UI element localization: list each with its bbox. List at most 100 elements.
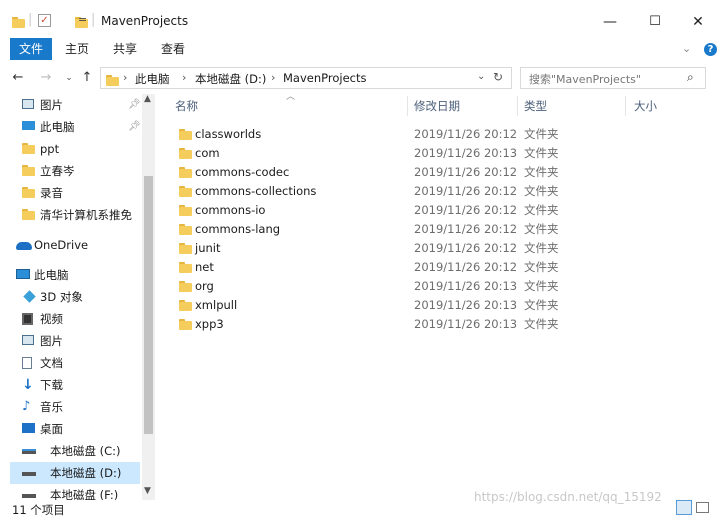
file-list: ︿ 名称 修改日期 类型 大小 classworlds 2019/11/26 20… bbox=[165, 92, 725, 500]
quick-access-dropdown-icon[interactable]: = bbox=[78, 13, 87, 26]
tab-view[interactable]: 查看 bbox=[152, 38, 194, 60]
file-row[interactable]: xpp3 2019/11/26 20:13 文件夹 bbox=[175, 315, 595, 334]
nav-item-folder[interactable]: 立春岑 bbox=[10, 160, 140, 182]
details-view-icon[interactable] bbox=[676, 500, 692, 515]
nav-item-ppt[interactable]: ppt bbox=[10, 138, 140, 160]
separator: | bbox=[91, 12, 96, 27]
drive-icon bbox=[22, 472, 36, 476]
desktop-icon bbox=[22, 423, 35, 433]
folder-icon bbox=[12, 17, 25, 28]
ribbon-tabs: 文件 主页 共享 查看 ⌄ ? bbox=[0, 38, 726, 60]
folder-icon bbox=[179, 129, 192, 140]
column-header-type[interactable]: 类型 bbox=[524, 94, 547, 118]
window-title: MavenProjects bbox=[101, 14, 189, 28]
file-row[interactable]: commons-io 2019/11/26 20:12 文件夹 bbox=[175, 201, 595, 220]
scroll-down-icon[interactable]: ▼ bbox=[144, 486, 151, 496]
nav-item-videos[interactable]: 视频 bbox=[10, 308, 140, 330]
folder-icon bbox=[22, 165, 35, 176]
nav-item-this-pc-pinned[interactable]: 此电脑 📌︎ bbox=[10, 116, 140, 138]
chevron-right-icon: › bbox=[123, 71, 128, 84]
address-dropdown-icon[interactable]: ⌄ bbox=[477, 71, 485, 82]
recent-locations-icon[interactable]: ⌄ bbox=[60, 68, 78, 88]
nav-item-folder[interactable]: 清华计算机系推免 bbox=[10, 204, 140, 226]
breadcrumb-drive-d[interactable]: 本地磁盘 (D:) bbox=[195, 71, 266, 87]
nav-item-this-pc[interactable]: 此电脑 bbox=[10, 264, 140, 286]
file-row[interactable]: junit 2019/11/26 20:12 文件夹 bbox=[175, 239, 595, 258]
minimize-button[interactable]: — bbox=[600, 12, 620, 32]
nav-item-music[interactable]: ♪ 音乐 bbox=[10, 396, 140, 418]
file-row[interactable]: classworlds 2019/11/26 20:12 文件夹 bbox=[175, 125, 595, 144]
large-icons-view-icon[interactable] bbox=[696, 502, 709, 513]
nav-item-pictures[interactable]: 图片 bbox=[10, 330, 140, 352]
column-divider[interactable] bbox=[625, 96, 626, 116]
search-icon[interactable]: ⌕ bbox=[687, 70, 694, 85]
folder-icon bbox=[179, 281, 192, 292]
watermark: https://blog.csdn.net/qq_15192 bbox=[474, 490, 662, 504]
tab-home[interactable]: 主页 bbox=[56, 38, 98, 60]
folder-icon bbox=[106, 75, 119, 86]
nav-item-downloads[interactable]: ↓ 下载 bbox=[10, 374, 140, 396]
folder-icon bbox=[22, 187, 35, 198]
item-count: 11 个项目 bbox=[12, 503, 65, 517]
file-row[interactable]: com 2019/11/26 20:13 文件夹 bbox=[175, 144, 595, 163]
column-divider[interactable] bbox=[517, 96, 518, 116]
computer-icon bbox=[16, 269, 30, 279]
refresh-icon[interactable]: ↻ bbox=[493, 70, 503, 84]
maximize-button[interactable]: ☐ bbox=[645, 12, 665, 32]
folder-icon bbox=[179, 186, 192, 197]
folder-icon bbox=[179, 224, 192, 235]
nav-item-drive-c[interactable]: 本地磁盘 (C:) bbox=[10, 440, 140, 462]
file-row[interactable]: commons-lang 2019/11/26 20:12 文件夹 bbox=[175, 220, 595, 239]
up-icon[interactable]: ↑ bbox=[78, 68, 96, 88]
tab-file[interactable]: 文件 bbox=[10, 38, 53, 60]
nav-item-drive-d[interactable]: 本地磁盘 (D:) bbox=[10, 462, 140, 484]
column-divider[interactable] bbox=[407, 96, 408, 116]
nav-item-recordings[interactable]: 录音 bbox=[10, 182, 140, 204]
expand-ribbon-icon[interactable]: ⌄ bbox=[682, 42, 691, 55]
pin-icon[interactable]: 📌︎ bbox=[128, 94, 140, 116]
nav-item-drive-f[interactable]: 本地磁盘 (F:) bbox=[10, 484, 140, 500]
drive-icon bbox=[22, 449, 36, 454]
file-row[interactable]: commons-codec 2019/11/26 20:12 文件夹 bbox=[175, 163, 595, 182]
nav-item-documents[interactable]: 文档 bbox=[10, 352, 140, 374]
onedrive-icon bbox=[16, 242, 32, 250]
videos-icon bbox=[22, 313, 33, 325]
breadcrumb-this-pc[interactable]: 此电脑 bbox=[135, 71, 170, 87]
folder-icon bbox=[179, 300, 192, 311]
nav-item-pictures-pinned[interactable]: 图片 📌︎ bbox=[10, 94, 140, 116]
pin-icon[interactable]: 📌︎ bbox=[128, 116, 140, 138]
properties-check-icon[interactable]: ✓ bbox=[38, 14, 51, 27]
folder-icon bbox=[179, 167, 192, 178]
folder-icon bbox=[179, 205, 192, 216]
folder-icon bbox=[179, 148, 192, 159]
folder-icon bbox=[179, 319, 192, 330]
help-icon[interactable]: ? bbox=[704, 43, 717, 56]
close-button[interactable]: ✕ bbox=[688, 12, 708, 32]
separator: | bbox=[28, 12, 33, 27]
address-bar[interactable]: › 此电脑 › 本地磁盘 (D:) › MavenProjects ⌄ ↻ bbox=[100, 67, 512, 89]
forward-icon[interactable]: → bbox=[37, 68, 55, 88]
file-row[interactable]: commons-collections 2019/11/26 20:12 文件夹 bbox=[175, 182, 595, 201]
nav-item-3d-objects[interactable]: 3D 对象 bbox=[10, 286, 140, 308]
scrollbar-thumb[interactable] bbox=[144, 176, 153, 434]
column-header-date[interactable]: 修改日期 bbox=[414, 94, 460, 118]
nav-scrollbar[interactable]: ▲ ▼ bbox=[142, 94, 155, 500]
scroll-up-icon[interactable]: ▲ bbox=[144, 94, 151, 104]
file-row[interactable]: xmlpull 2019/11/26 20:13 文件夹 bbox=[175, 296, 595, 315]
file-row[interactable]: net 2019/11/26 20:12 文件夹 bbox=[175, 258, 595, 277]
column-header-size[interactable]: 大小 bbox=[634, 94, 657, 118]
column-header-name[interactable]: 名称 bbox=[175, 94, 198, 118]
back-icon[interactable]: ← bbox=[9, 68, 27, 88]
tab-share[interactable]: 共享 bbox=[104, 38, 146, 60]
breadcrumb-mavenprojects[interactable]: MavenProjects bbox=[283, 71, 366, 85]
music-icon: ♪ bbox=[22, 399, 31, 414]
nav-item-desktop[interactable]: 桌面 bbox=[10, 418, 140, 440]
pictures-icon bbox=[22, 335, 34, 345]
nav-item-onedrive[interactable]: OneDrive bbox=[10, 234, 140, 256]
3d-objects-icon bbox=[23, 290, 36, 303]
folder-icon bbox=[22, 143, 35, 154]
search-input[interactable]: 搜索"MavenProjects" ⌕ bbox=[520, 67, 706, 89]
file-row[interactable]: org 2019/11/26 20:13 文件夹 bbox=[175, 277, 595, 296]
pictures-icon bbox=[22, 99, 34, 109]
navigation-pane: 图片 📌︎ 此电脑 📌︎ ppt 立春岑 录音 清华计算机系推免 OneDriv… bbox=[10, 94, 155, 500]
